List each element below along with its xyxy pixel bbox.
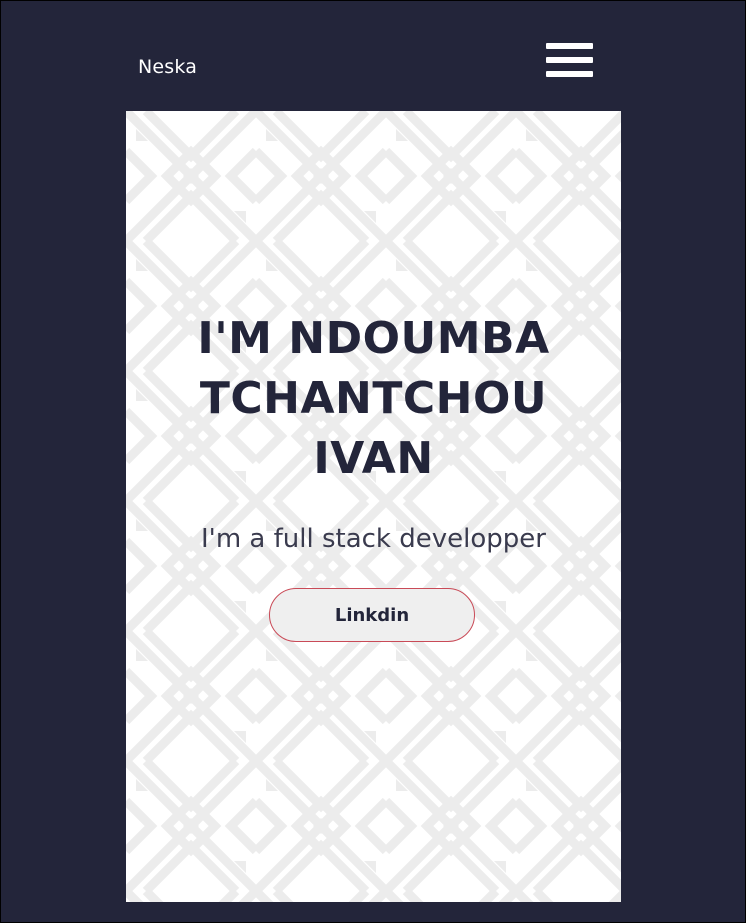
hero-section: I'M NDOUMBA TCHANTCHOU IVAN I'm a full s… bbox=[126, 111, 621, 902]
headline-line-3: IVAN bbox=[313, 433, 434, 484]
linkedin-button[interactable]: Linkdin bbox=[269, 588, 475, 642]
app-frame: Neska I'M NDOUMBA TCHANTCHOU IVAN I'm a … bbox=[0, 0, 746, 923]
headline-line-1: I'M NDOUMBA bbox=[197, 313, 550, 364]
brand-logo[interactable]: Neska bbox=[138, 56, 197, 78]
hamburger-menu-icon[interactable] bbox=[543, 41, 595, 81]
headline-line-2: TCHANTCHOU bbox=[199, 373, 548, 424]
hero-headline: I'M NDOUMBA TCHANTCHOU IVAN bbox=[126, 309, 621, 489]
menu-bar-middle bbox=[546, 57, 593, 63]
navbar: Neska bbox=[1, 1, 745, 109]
hero-content: I'M NDOUMBA TCHANTCHOU IVAN I'm a full s… bbox=[126, 111, 621, 902]
hero-subtitle: I'm a full stack developper bbox=[201, 524, 546, 554]
menu-bar-bottom bbox=[546, 71, 593, 77]
menu-bar-top bbox=[546, 43, 593, 49]
